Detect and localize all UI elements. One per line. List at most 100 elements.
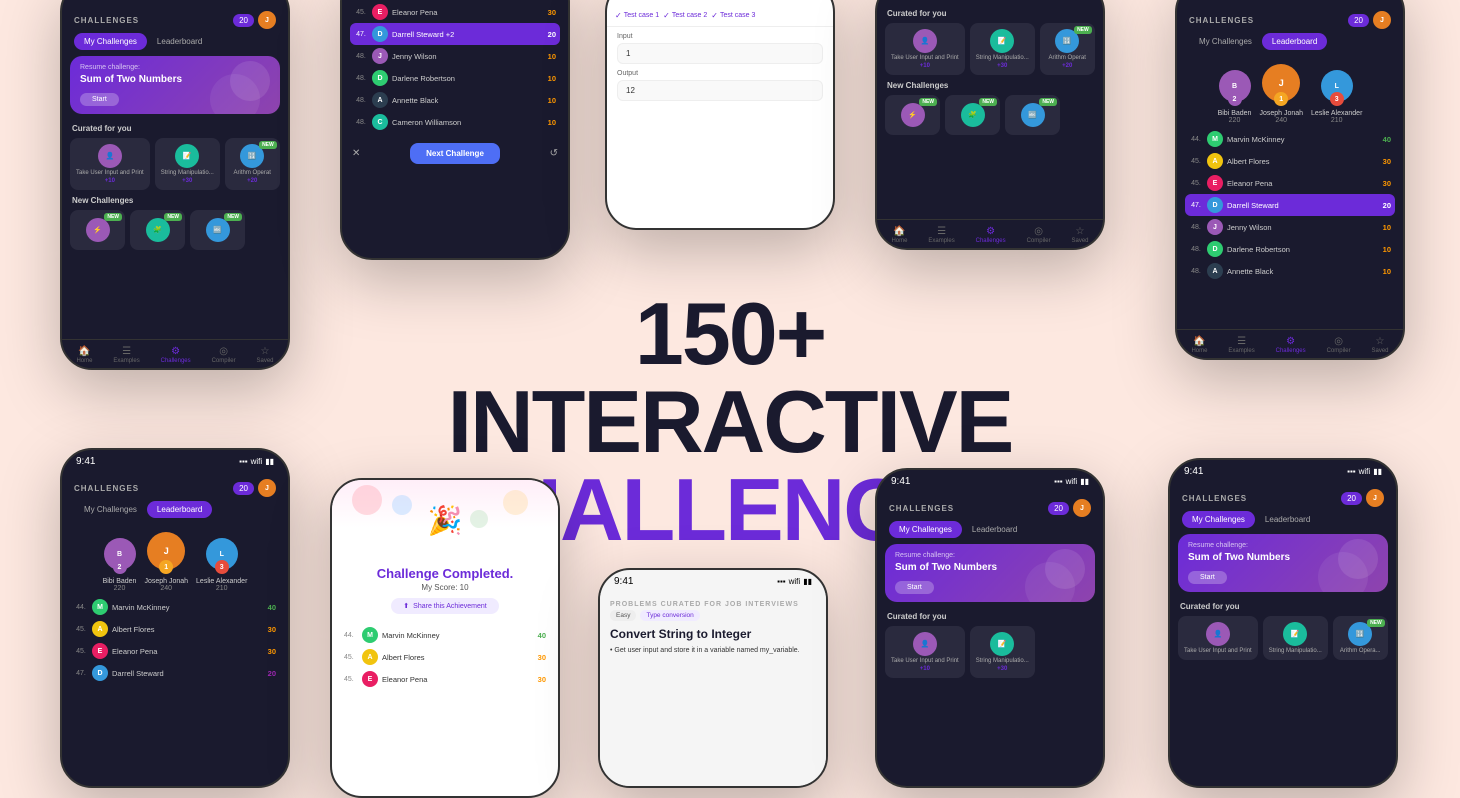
close-icon[interactable]: ✕ <box>352 148 360 159</box>
nc-card-3[interactable]: NEW 🔤 <box>190 210 245 250</box>
top3-1st-avatar-wrap: J 1 <box>1262 64 1300 102</box>
tab-bl-lb[interactable]: Leaderboard <box>147 501 212 518</box>
test-tab-2[interactable]: ✓ Test case 2 <box>663 11 707 20</box>
resume-btn-bcr[interactable]: Start <box>895 581 934 594</box>
nav-tr-home[interactable]: 🏠Home <box>1191 336 1207 354</box>
test-tab-3[interactable]: ✓ Test case 3 <box>711 11 755 20</box>
rank-badge-3: 3 <box>1330 92 1344 106</box>
curated-bcr-icon-1: 👤 <box>913 632 937 656</box>
tab-tr-lb[interactable]: Leaderboard <box>1262 33 1327 50</box>
nc-rc-2[interactable]: NEW 🧩 <box>945 95 1000 135</box>
score-darlene2: 10 <box>1383 245 1391 254</box>
curated-bcr-plus-1: +10 <box>920 666 930 672</box>
cc-rank-albert: 45. <box>344 654 358 661</box>
top3-name-joseph: Joseph Jonah240 <box>1259 110 1303 124</box>
tab-br-lb[interactable]: Leaderboard <box>1255 511 1320 528</box>
lb-rank-cameron: 48. <box>354 119 368 126</box>
nav-challenges[interactable]: ⚙Challenges <box>161 346 191 364</box>
name-bl-albert: Albert Flores <box>112 625 264 634</box>
rank-bl-3: 3 <box>215 560 229 574</box>
curated-plus-1: +10 <box>105 178 115 184</box>
challenges-header-tr: CHALLENGES 20 J <box>1177 5 1403 33</box>
count-bcr: 20 <box>1048 502 1069 515</box>
tab-my-challenges[interactable]: My Challenges <box>74 33 147 50</box>
curated-br-1[interactable]: 👤 Take User Input and Print <box>1178 616 1258 660</box>
next-challenge-btn[interactable]: Next Challenge <box>410 143 500 164</box>
av-jenny2: J <box>1207 219 1223 235</box>
curated-rc-1[interactable]: 👤 Take User Input and Print +10 <box>885 23 965 75</box>
nc-rc-1[interactable]: NEW ⚡ <box>885 95 940 135</box>
score-bl-eleanor: 30 <box>268 647 276 656</box>
nav-rc-home[interactable]: 🏠Home <box>891 226 907 244</box>
refresh-icon[interactable]: ↺ <box>550 148 558 159</box>
rank-badge-1: 1 <box>1274 92 1288 106</box>
nav-home[interactable]: 🏠Home <box>76 346 92 364</box>
lb-score-jenny: 10 <box>548 52 556 61</box>
curated-bcr-1[interactable]: 👤 Take User Input and Print +10 <box>885 626 965 678</box>
curated-card-3[interactable]: NEW 🔢 Arithm Operat +20 <box>225 138 280 190</box>
rank-bl-1: 1 <box>159 560 173 574</box>
tab-bcr-my[interactable]: My Challenges <box>889 521 962 538</box>
nav-examples[interactable]: ☰Examples <box>113 346 139 364</box>
phone-bottom-center-left: 🎉 Challenge Completed. My Score: 10 ⬆ Sh… <box>330 478 560 798</box>
lb-name-cameron: Cameron Williamson <box>392 118 544 127</box>
nc-new-2: NEW <box>164 213 182 221</box>
curated-card-1[interactable]: 👤 Take User Input and Print +10 <box>70 138 150 190</box>
tab-bl-my[interactable]: My Challenges <box>74 501 147 518</box>
tab-br-my[interactable]: My Challenges <box>1182 511 1255 528</box>
nav-rc-challenges[interactable]: ⚙Challenges <box>976 226 1006 244</box>
nav-tr-challenges[interactable]: ⚙Challenges <box>1276 336 1306 354</box>
curated-rc-3[interactable]: NEW 🔢 Arithm Operat +20 <box>1040 23 1095 75</box>
nav-tr-examples[interactable]: ☰Examples <box>1228 336 1254 354</box>
lb-bl-darrell: 47. D Darrell Steward 20 <box>70 662 280 684</box>
curated-card-2[interactable]: 📝 String Manipulatio... +30 <box>155 138 220 190</box>
curated-section-title: Curated for you <box>62 120 288 136</box>
tab-leaderboard[interactable]: Leaderboard <box>147 33 212 50</box>
nav-tr-saved[interactable]: ☆Saved <box>1371 336 1388 354</box>
nav-saved[interactable]: ☆Saved <box>256 346 273 364</box>
top3-3rd-avatar-wrap: L 3 <box>1321 70 1353 102</box>
nc-card-2[interactable]: NEW 🧩 <box>130 210 185 250</box>
problems-desc: • Get user input and store it in a varia… <box>600 647 826 654</box>
top3-name-leslie: Leslie Alexander210 <box>1311 110 1362 124</box>
curated-rc-label-1: Take User Input and Print <box>891 55 959 61</box>
nc-rc-new-2: NEW <box>979 98 997 106</box>
score-jenny2: 10 <box>1383 223 1391 232</box>
nav-rc-examples[interactable]: ☰Examples <box>928 226 954 244</box>
nc-rc-icon-2: 🧩 <box>961 103 985 127</box>
tab-bcr-lb[interactable]: Leaderboard <box>962 521 1027 538</box>
av-marvin: M <box>1207 131 1223 147</box>
curated-br-3[interactable]: NEW 🔢 Arithm Opera... <box>1333 616 1388 660</box>
status-bar-bc: 9:41 ▪▪▪wifi▮▮ <box>600 570 826 593</box>
nc-rc-3[interactable]: NEW 🔤 <box>1005 95 1060 135</box>
av-cc-albert: A <box>362 649 378 665</box>
challenges-count: 20 <box>233 14 254 27</box>
lb-row-eleanor: 45. E Eleanor Pena 30 <box>350 1 560 23</box>
score-bl-marvin: 40 <box>268 603 276 612</box>
curated-br-2[interactable]: 📝 String Manipulatio... <box>1263 616 1328 660</box>
user-avatar-tr: J <box>1373 11 1391 29</box>
completed-title: Challenge Completed. <box>332 560 558 583</box>
nav-compiler[interactable]: ◎Compiler <box>212 346 236 364</box>
curated-bcr-plus-2: +30 <box>997 666 1007 672</box>
top3-1st: J 1 Joseph Jonah240 <box>1259 64 1303 124</box>
nav-rc-compiler[interactable]: ◎Compiler <box>1027 226 1051 244</box>
curated-bcr-2[interactable]: 📝 String Manipulatio... +30 <box>970 626 1035 678</box>
curated-rc-2[interactable]: 📝 String Manipulatio... +30 <box>970 23 1035 75</box>
resume-btn-br[interactable]: Start <box>1188 571 1227 584</box>
nav-tr-compiler[interactable]: ◎Compiler <box>1327 336 1351 354</box>
curated-bcr-label-2: String Manipulatio... <box>976 658 1029 664</box>
nav-rc-saved[interactable]: ☆Saved <box>1071 226 1088 244</box>
score-annette2: 10 <box>1383 267 1391 276</box>
nc-card-1[interactable]: NEW ⚡ <box>70 210 125 250</box>
tab-tr-my[interactable]: My Challenges <box>1189 33 1262 50</box>
test-tab-1[interactable]: ✓ Test case 1 <box>615 11 659 20</box>
lb-rank-darlene: 48. <box>354 75 368 82</box>
new-challenges-scroll: NEW ⚡ NEW 🧩 NEW 🔤 <box>62 208 288 252</box>
lb-list-tr: 44. M Marvin McKinney 40 45. A Albert Fl… <box>1177 128 1403 282</box>
cc-score-eleanor: 30 <box>538 675 546 684</box>
name-eleanor2: Eleanor Pena <box>1227 179 1379 188</box>
resume-start-btn[interactable]: Start <box>80 93 119 106</box>
share-btn[interactable]: ⬆ Share this Achievement <box>391 598 498 614</box>
name-bl-darrell: Darrell Steward <box>112 669 264 678</box>
